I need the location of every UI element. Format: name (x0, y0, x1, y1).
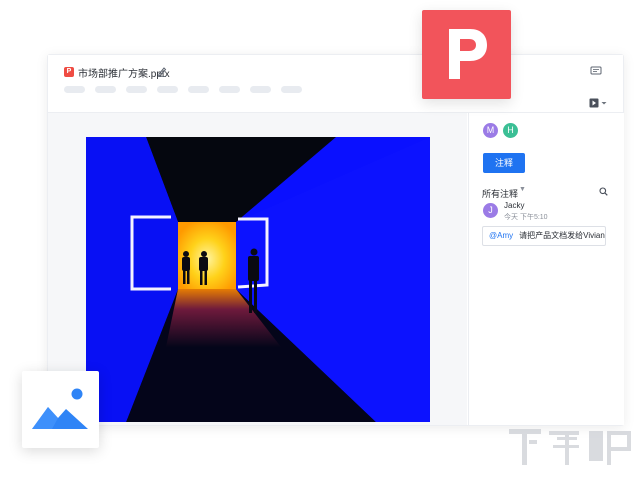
menu-item[interactable] (64, 86, 85, 93)
avatar: J (483, 203, 498, 218)
comments-panel: M H 注释 所有注释 ▼ J Jacky 今天 下午5:10 @Amy 请把产品… (468, 113, 624, 425)
menu-item[interactable] (188, 86, 209, 93)
comment-body[interactable]: @Amy 请把产品文档发给Vivian (482, 226, 606, 246)
menu-item[interactable] (126, 86, 147, 93)
watermark-logo (509, 429, 631, 465)
avatar[interactable]: H (503, 123, 518, 138)
menu-bar (64, 86, 302, 93)
chevron-down-icon[interactable]: ▼ (519, 186, 526, 193)
menu-item[interactable] (250, 86, 271, 93)
image-icon (22, 371, 99, 448)
menu-item[interactable] (157, 86, 178, 93)
search-icon[interactable] (599, 187, 608, 196)
menu-item[interactable] (95, 86, 116, 93)
editor-window: P 市场部推广方案.pptx M H 注释 所有注释 ▼ J Jacky 今天 … (47, 54, 624, 426)
comments-filter[interactable]: 所有注释 (482, 187, 518, 200)
document-title[interactable]: 市场部推广方案.pptx (78, 65, 170, 80)
comment-author: Jacky (504, 201, 525, 210)
document-header: P 市场部推广方案.pptx (48, 55, 623, 113)
edit-icon[interactable] (157, 65, 167, 77)
mention[interactable]: @Amy (489, 231, 513, 240)
present-icon[interactable] (589, 98, 609, 108)
comment-time: 今天 下午5:10 (504, 214, 548, 221)
comment-text: 请把产品文档发给Vivian (519, 231, 605, 240)
menu-item[interactable] (219, 86, 240, 93)
slide-canvas (48, 113, 467, 425)
ppt-file-icon: P (64, 67, 74, 77)
add-comment-button[interactable]: 注释 (483, 153, 525, 173)
powerpoint-logo-icon (422, 10, 511, 99)
message-icon[interactable] (590, 65, 602, 77)
menu-item[interactable] (281, 86, 302, 93)
avatar[interactable]: M (483, 123, 498, 138)
slide-image[interactable] (86, 137, 430, 422)
